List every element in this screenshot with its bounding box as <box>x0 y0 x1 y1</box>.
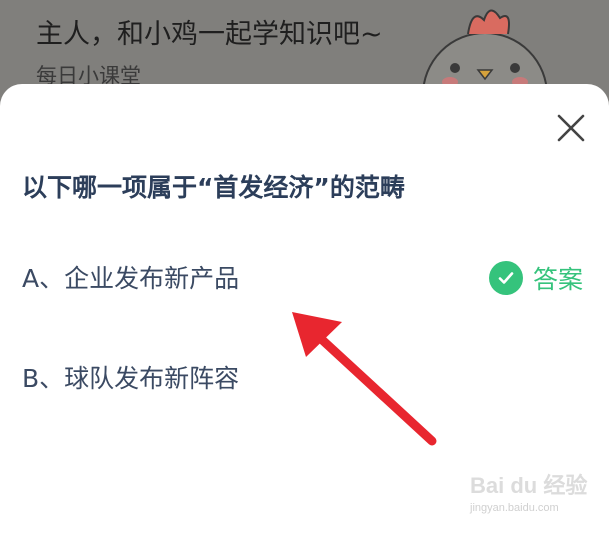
answer-label: 答案 <box>532 265 583 294</box>
answer-badge: 答案 <box>488 260 583 296</box>
check-circle-icon <box>488 261 523 295</box>
close-icon[interactable] <box>553 110 589 146</box>
quiz-modal <box>0 84 609 533</box>
watermark-url: jingyan.baidu.com <box>470 502 559 514</box>
option-b-label: B、球队发布新阵容 <box>22 364 240 393</box>
background-title: 主人，和小鸡一起学知识吧~ <box>36 19 383 50</box>
option-b[interactable]: B、球队发布新阵容 <box>22 352 587 402</box>
option-a-label: A、企业发布新产品 <box>22 264 240 293</box>
option-a[interactable]: A、企业发布新产品 答案 <box>22 252 587 302</box>
baidu-watermark: Bai du 经验 jingyan.baidu.com <box>470 468 600 524</box>
watermark-brand: Bai du 经验 <box>470 473 588 498</box>
question-text: 以下哪一项属于“首发经济”的范畴 <box>22 173 405 202</box>
